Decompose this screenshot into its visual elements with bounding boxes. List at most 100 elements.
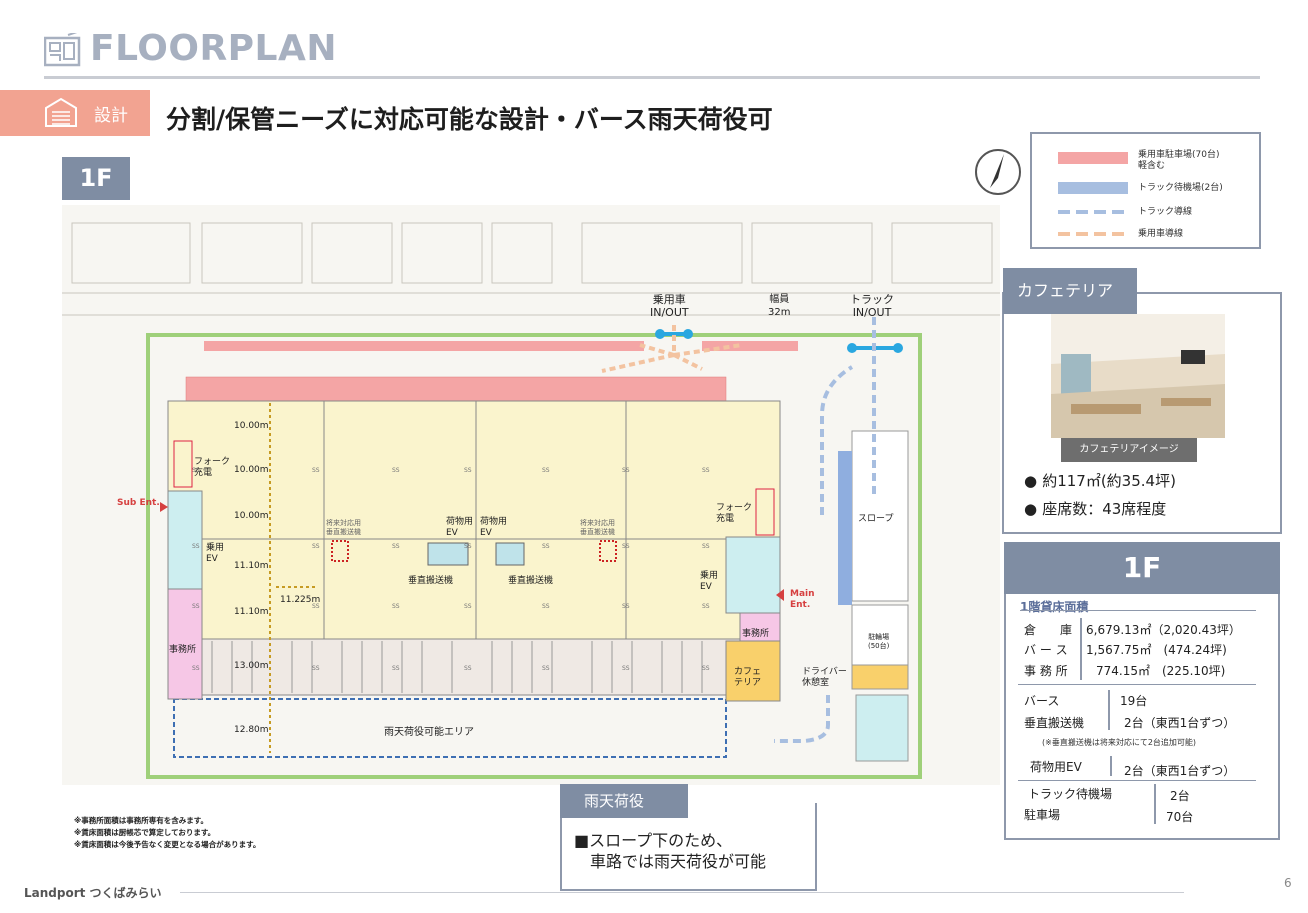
dimension-label: 10.00m xyxy=(234,421,269,431)
legend-text-car-parking: 乗用車駐車場(70台) 軽含む xyxy=(1138,150,1219,172)
frontage-label: 幅員 32m xyxy=(768,294,791,318)
ss-marker: SS xyxy=(622,467,630,474)
footnotes: ※事務所面積は事務所専有を含みます。 ※賃床面積は厨帳芯で算定しております。 ※… xyxy=(74,815,260,851)
bullet-icon: ● xyxy=(1024,472,1038,490)
truck-entrance-label: トラック IN/OUT xyxy=(850,293,894,319)
floor-badge: 1F xyxy=(62,157,130,200)
main-entrance-label: Main Ent. xyxy=(790,589,815,610)
footer-brand: Landport つくばみらい xyxy=(24,886,162,900)
ss-marker: SS xyxy=(702,543,710,550)
ss-marker: SS xyxy=(464,665,472,672)
cafeteria-label: カフェ テリア xyxy=(734,667,762,688)
cafeteria-photo xyxy=(1051,314,1225,438)
cafeteria-seats-text: 座席数：43席程度 xyxy=(1042,500,1167,518)
car-entrance-label: 乗用車 IN/OUT xyxy=(650,293,689,319)
ss-marker: SS xyxy=(192,543,200,550)
spec-area-label: バ ー ス xyxy=(1024,643,1068,657)
ev-left-label: 乗用 EV xyxy=(206,543,225,564)
spec-row-label: 駐車場 xyxy=(1024,808,1061,822)
spec-area-value: 6,679.13㎡（2,020.43坪） xyxy=(1086,623,1241,637)
spec-area-value: 1,567.75㎡ (474.24坪) xyxy=(1086,643,1227,657)
spec-row-value: 2台（東西1台ずつ） xyxy=(1124,716,1236,730)
footnote: ※賃床面積は今後予告なく変更となる場合があります。 xyxy=(74,840,261,849)
legend-swatch-car-route xyxy=(1058,232,1128,236)
vertical-lift-left-label: 垂直搬送機 xyxy=(408,576,454,586)
legend-text-car-route: 乗用車導線 xyxy=(1138,229,1184,239)
spec-row-value: 2台（東西1台ずつ） xyxy=(1124,764,1236,778)
dimension-label: 12.80m xyxy=(234,725,269,735)
ss-marker: SS xyxy=(542,603,550,610)
footnote: ※事務所面積は事務所専有を含みます。 xyxy=(74,816,209,825)
dimension-label: 10.00m xyxy=(234,511,269,521)
ss-marker: SS xyxy=(312,543,320,550)
legend-swatch-car-parking xyxy=(1058,152,1128,164)
floorplan-icon xyxy=(44,33,81,67)
legend-text-truck-route: トラック導線 xyxy=(1138,207,1193,217)
cafeteria-image-caption: カフェテリアイメージ xyxy=(1061,438,1197,462)
ss-marker: SS xyxy=(702,603,710,610)
rain-tag: 雨天荷役 xyxy=(560,784,688,818)
ss-marker: SS xyxy=(622,603,630,610)
cargo-ev-left-label: 荷物用 EV xyxy=(446,517,474,538)
divider xyxy=(1108,690,1110,730)
spec-subtitle: 1階貸床面積 xyxy=(1020,600,1089,614)
spec-area-value: 774.15㎡ (225.10坪) xyxy=(1096,664,1226,678)
vertical-lift-right-label: 垂直搬送機 xyxy=(508,576,554,586)
ss-marker: SS xyxy=(702,665,710,672)
sub-entrance-label: Sub Ent. xyxy=(117,498,160,508)
driver-rest-label: ドライバー 休憩室 xyxy=(802,667,847,688)
divider xyxy=(1080,618,1082,680)
spec-row-value: 2台 xyxy=(1170,789,1190,803)
ss-marker: SS xyxy=(392,603,400,610)
divider xyxy=(1020,610,1256,611)
ss-marker: SS xyxy=(392,665,400,672)
rain-text-2: 車路では雨天荷役が可能 xyxy=(590,852,767,871)
ss-marker: SS xyxy=(312,467,320,474)
ss-marker: SS xyxy=(464,603,472,610)
ev-right-label: 乗用 EV xyxy=(700,571,719,592)
legend-label: 軽含む xyxy=(1138,161,1166,171)
ss-marker: SS xyxy=(312,665,320,672)
ss-marker: SS xyxy=(392,543,400,550)
legend: 乗用車駐車場(70台) 軽含む トラック待機場(2台) トラック導線 乗用車導線 xyxy=(1030,132,1261,249)
spec-note: (※垂直搬送機は将来対応にて2台追加可能) xyxy=(1042,738,1197,747)
ss-marker: SS xyxy=(464,543,472,550)
cafeteria-seats: ● 座席数：43席程度 xyxy=(1024,498,1166,519)
spec-row-label: バース xyxy=(1024,694,1060,708)
fork-charge-right: フォーク 充電 xyxy=(716,503,753,524)
future-lift-left-label: 将来対応用 垂直搬送機 xyxy=(326,519,361,536)
spec-title: 1F xyxy=(1004,542,1280,594)
spec-row-value: 19台 xyxy=(1120,694,1148,708)
warehouse-icon xyxy=(45,97,77,127)
office-right-label: 事務所 xyxy=(742,629,770,639)
ss-marker: SS xyxy=(192,665,200,672)
dimension-label: 10.00m xyxy=(234,465,269,475)
spec-row-value: 70台 xyxy=(1166,810,1194,824)
floor-plan: 乗用車 IN/OUT 幅員 32m トラック IN/OUT Sub Ent. M… xyxy=(62,205,1000,785)
future-lift-right-label: 将来対応用 垂直搬送機 xyxy=(580,519,615,536)
ss-marker: SS xyxy=(192,603,200,610)
ss-marker: SS xyxy=(464,467,472,474)
rain-area-label: 雨天荷役可能エリア xyxy=(384,727,474,738)
ss-marker: SS xyxy=(192,467,200,474)
ss-marker: SS xyxy=(542,665,550,672)
cafeteria-area: ● 約117㎡(約35.4坪) xyxy=(1024,470,1176,491)
legend-swatch-truck-wait xyxy=(1058,182,1128,194)
footnote: ※賃床面積は厨帳芯で算定しております。 xyxy=(74,828,216,837)
footer-divider xyxy=(180,892,1184,893)
compass-icon xyxy=(975,149,1021,195)
cargo-ev-right-label: 荷物用 EV xyxy=(480,517,508,538)
ss-marker: SS xyxy=(542,543,550,550)
floor-plan-drawing xyxy=(62,222,1000,779)
spec-area-label: 倉 庫 xyxy=(1024,623,1073,637)
divider xyxy=(1110,756,1112,776)
legend-label: 乗用車駐車場(70台) xyxy=(1138,150,1220,160)
spec-row-label: 垂直搬送機 xyxy=(1024,716,1085,730)
header-divider xyxy=(44,76,1260,79)
spec-row-label: トラック待機場 xyxy=(1028,787,1113,801)
slope-label: スロープ xyxy=(858,514,894,524)
dimension-label: 13.00m xyxy=(234,661,269,671)
ss-marker: SS xyxy=(622,543,630,550)
spec-row-label: 荷物用EV xyxy=(1030,760,1082,774)
page-title: FLOORPLAN xyxy=(90,28,337,69)
